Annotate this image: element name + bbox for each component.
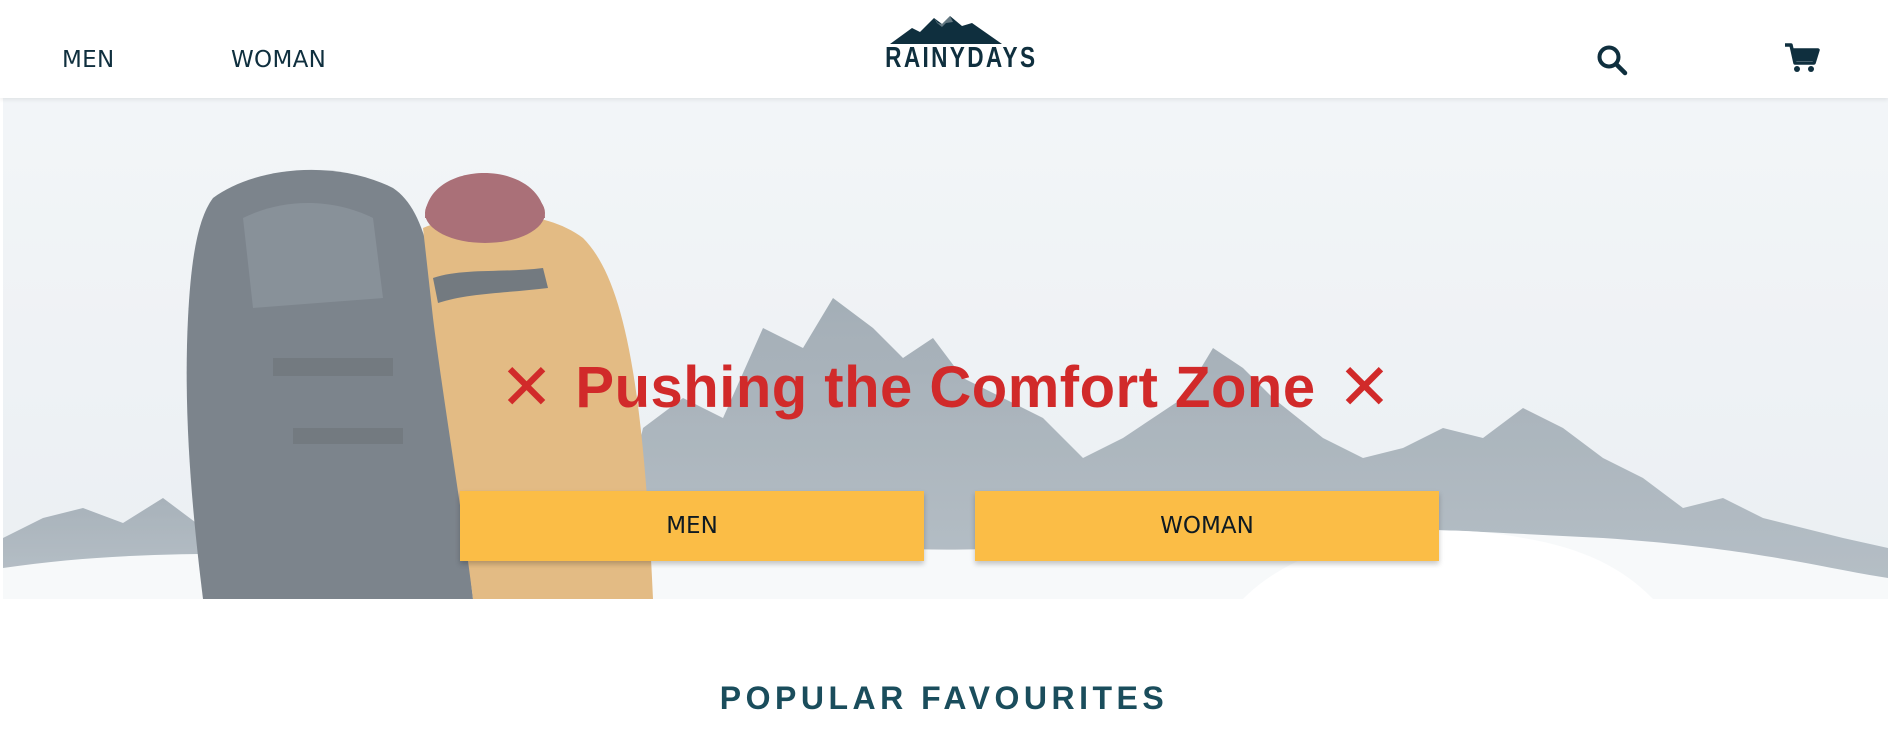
shop-men-button[interactable]: MEN <box>460 491 924 561</box>
popular-favourites-heading: POPULAR FAVOURITES <box>719 680 1169 716</box>
site-header: MEN WOMAN RAINYDAYS <box>0 0 1888 98</box>
nav-link-men[interactable]: MEN <box>62 47 114 73</box>
logo-wordmark: RAINYDAYS <box>885 42 1038 74</box>
hero-heading: ✕ Pushing the Comfort Zone ✕ <box>3 356 1888 420</box>
search-icon[interactable] <box>1596 44 1628 80</box>
cart-icon[interactable] <box>1784 42 1820 78</box>
nav-link-woman[interactable]: WOMAN <box>231 47 326 73</box>
close-x-left-icon: ✕ <box>499 351 554 425</box>
hero-banner: ✕ Pushing the Comfort Zone ✕ MEN WOMAN <box>3 98 1888 599</box>
brand-logo[interactable]: RAINYDAYS <box>868 14 1038 76</box>
shop-woman-button[interactable]: WOMAN <box>975 491 1439 561</box>
hero-light-overlay <box>3 98 1888 599</box>
hero-title-text: Pushing the Comfort Zone <box>575 355 1316 420</box>
mountain-logo-icon <box>890 16 1002 44</box>
close-x-right-icon: ✕ <box>1337 351 1392 425</box>
